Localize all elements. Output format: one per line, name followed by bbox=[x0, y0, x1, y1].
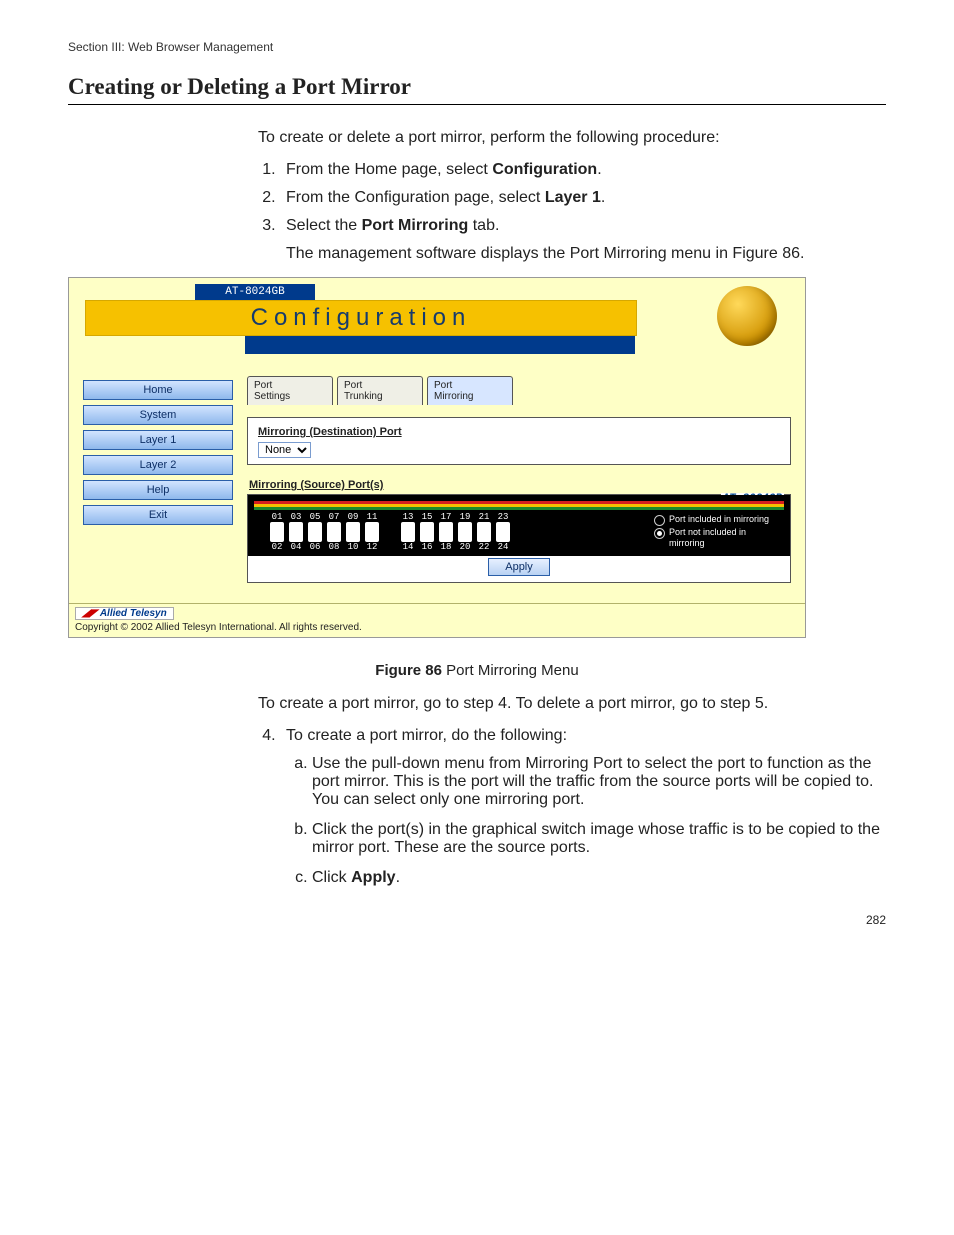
step-4: To create a port mirror, do the followin… bbox=[280, 727, 886, 887]
step-4b: Click the port(s) in the graphical switc… bbox=[312, 821, 886, 857]
port-08[interactable] bbox=[327, 532, 341, 542]
config-title-bar: Configuration bbox=[85, 300, 637, 336]
destination-panel: Mirroring (Destination) Port None bbox=[247, 417, 791, 465]
nav-home[interactable]: Home bbox=[83, 380, 233, 400]
after-figure-text: To create a port mirror, go to step 4. T… bbox=[258, 695, 886, 713]
sub-bar bbox=[245, 336, 635, 354]
nav-help[interactable]: Help bbox=[83, 480, 233, 500]
step-3-note: The management software displays the Por… bbox=[286, 245, 886, 263]
step-3: Select the Port Mirroring tab. The manag… bbox=[280, 217, 886, 263]
destination-select[interactable]: None bbox=[258, 442, 311, 458]
device-chip: AT-8024GB bbox=[195, 284, 315, 300]
figure-caption: Figure 86 Port Mirroring Menu bbox=[68, 662, 886, 679]
tab-port-trunking[interactable]: PortTrunking bbox=[337, 376, 423, 405]
nav-layer2[interactable]: Layer 2 bbox=[83, 455, 233, 475]
legend: Port included in mirroring Port not incl… bbox=[654, 514, 784, 550]
radio-included-icon[interactable] bbox=[654, 515, 665, 526]
port-23[interactable] bbox=[496, 522, 510, 532]
nav-exit[interactable]: Exit bbox=[83, 505, 233, 525]
port-19[interactable] bbox=[458, 522, 472, 532]
port-17[interactable] bbox=[439, 522, 453, 532]
stripe-green bbox=[254, 507, 784, 510]
globe-icon bbox=[717, 286, 777, 346]
step-2: From the Configuration page, select Laye… bbox=[280, 189, 886, 207]
port-24[interactable] bbox=[496, 532, 510, 542]
legend-excluded: Port not included in mirroring bbox=[669, 527, 784, 549]
config-title: Configuration bbox=[251, 304, 472, 332]
tab-port-mirroring[interactable]: PortMirroring bbox=[427, 376, 513, 405]
port-18[interactable] bbox=[439, 532, 453, 542]
legend-included: Port included in mirroring bbox=[669, 514, 769, 525]
page-number: 282 bbox=[68, 913, 886, 927]
source-panel: AT-8024GB 01 03 05 07 09 11 bbox=[247, 494, 791, 583]
port-02[interactable] bbox=[270, 532, 284, 542]
page-title: Creating or Deleting a Port Mirror bbox=[68, 74, 886, 105]
port-21[interactable] bbox=[477, 522, 491, 532]
tab-port-settings[interactable]: PortSettings bbox=[247, 376, 333, 405]
port-01[interactable] bbox=[270, 522, 284, 532]
port-14[interactable] bbox=[401, 532, 415, 542]
step-1: From the Home page, select Configuration… bbox=[280, 161, 886, 179]
port-20[interactable] bbox=[458, 532, 472, 542]
port-13[interactable] bbox=[401, 522, 415, 532]
step-4a: Use the pull-down menu from Mirroring Po… bbox=[312, 755, 886, 809]
tab-row: PortSettings PortTrunking PortMirroring bbox=[247, 376, 791, 405]
port-11[interactable] bbox=[365, 522, 379, 532]
port-16[interactable] bbox=[420, 532, 434, 542]
radio-excluded-icon[interactable] bbox=[654, 528, 665, 539]
switch-graphic: 01 03 05 07 09 11 13 15 17 19 21 bbox=[248, 495, 790, 556]
section-header: Section III: Web Browser Management bbox=[68, 40, 886, 54]
intro-text: To create or delete a port mirror, perfo… bbox=[258, 129, 886, 147]
frame-footer: ◢◤ Allied Telesyn Copyright © 2002 Allie… bbox=[69, 603, 805, 637]
port-05[interactable] bbox=[308, 522, 322, 532]
port-09[interactable] bbox=[346, 522, 360, 532]
source-label: Mirroring (Source) Port(s) bbox=[249, 479, 791, 491]
port-mirroring-screenshot: AT-8024GB Configuration Home System Laye… bbox=[68, 277, 806, 638]
port-06[interactable] bbox=[308, 532, 322, 542]
step-4c: Click Apply. bbox=[312, 869, 886, 887]
nav-layer1[interactable]: Layer 1 bbox=[83, 430, 233, 450]
side-nav: Home System Layer 1 Layer 2 Help Exit bbox=[83, 376, 233, 593]
port-04[interactable] bbox=[289, 532, 303, 542]
port-10[interactable] bbox=[346, 532, 360, 542]
port-07[interactable] bbox=[327, 522, 341, 532]
port-03[interactable] bbox=[289, 522, 303, 532]
copyright: Copyright © 2002 Allied Telesyn Internat… bbox=[75, 622, 362, 633]
port-22[interactable] bbox=[477, 532, 491, 542]
port-15[interactable] bbox=[420, 522, 434, 532]
destination-label: Mirroring (Destination) Port bbox=[258, 426, 780, 438]
nav-system[interactable]: System bbox=[83, 405, 233, 425]
allied-telesyn-logo: ◢◤ Allied Telesyn bbox=[75, 607, 174, 620]
apply-button[interactable]: Apply bbox=[488, 558, 550, 576]
port-12[interactable] bbox=[365, 532, 379, 542]
